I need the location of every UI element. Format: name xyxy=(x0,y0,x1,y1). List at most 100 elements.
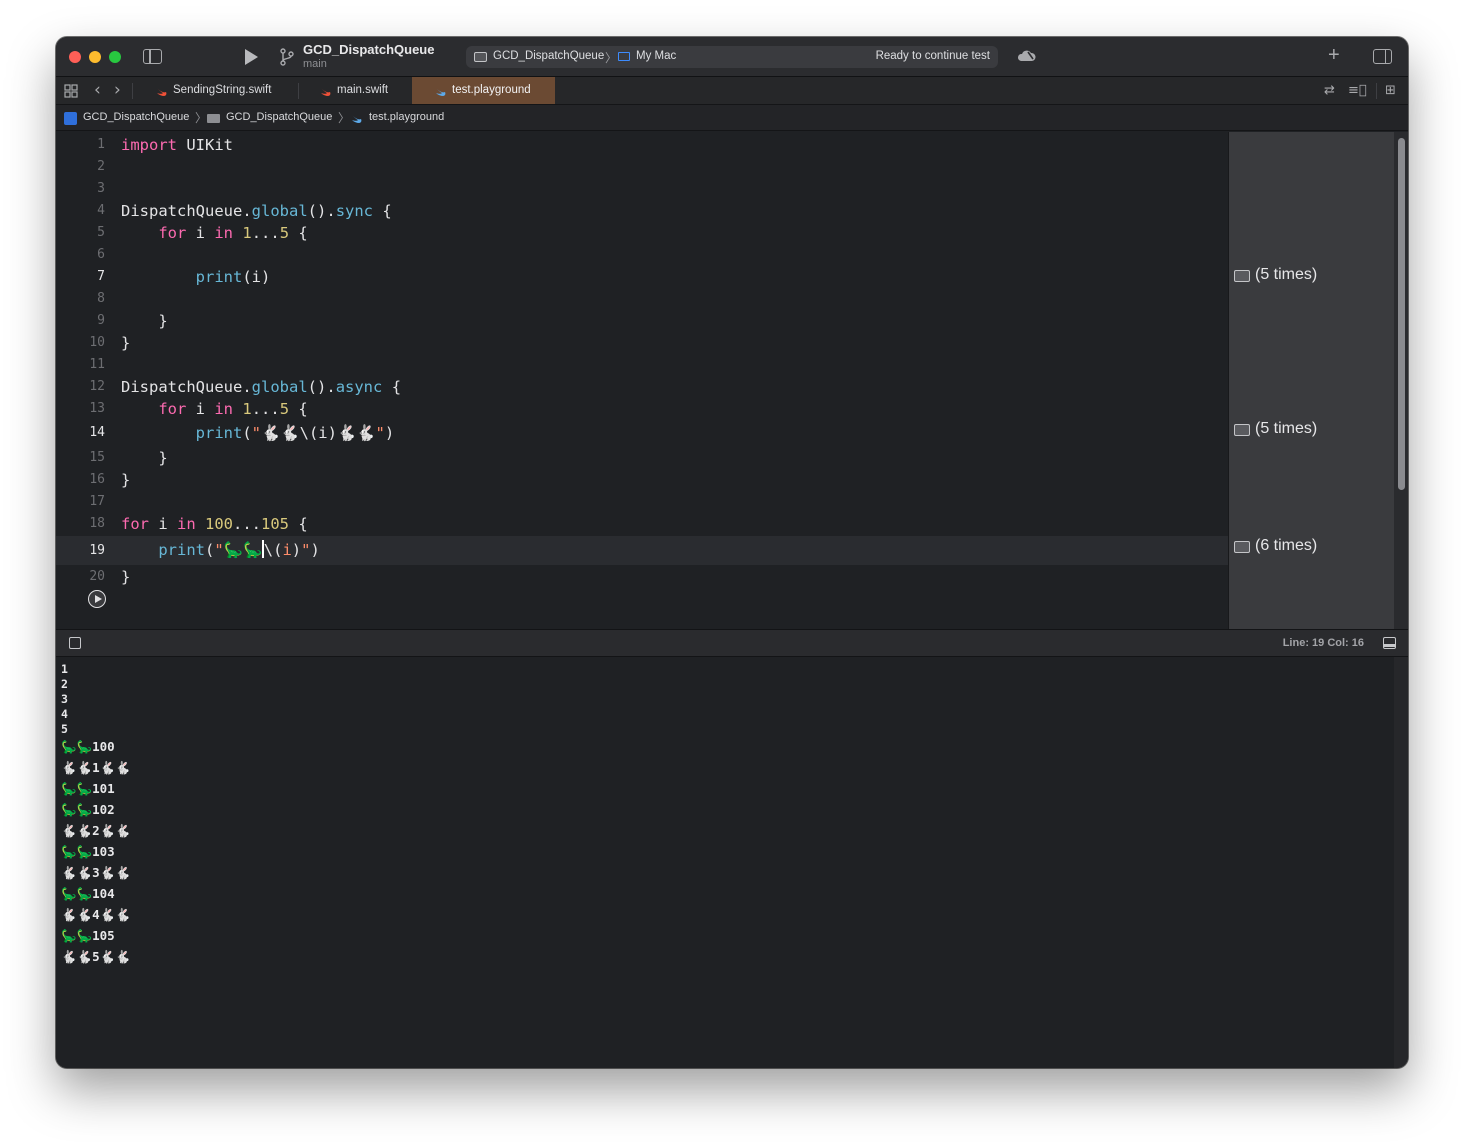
code-text[interactable]: DispatchQueue.global().async { xyxy=(121,376,401,398)
line-number: 10 xyxy=(89,335,105,350)
code-text[interactable]: for i in 100...105 { xyxy=(121,513,308,535)
code-line: 5 for i in 1...5 { xyxy=(56,222,1228,244)
close-window-button[interactable] xyxy=(69,51,81,63)
code-line: 17 xyxy=(56,491,1228,513)
line-number: 7 xyxy=(97,269,105,284)
code-text[interactable]: DispatchQueue.global().sync { xyxy=(121,200,392,222)
code-text[interactable]: print("🐇🐇\(i)🐇🐇") xyxy=(121,422,395,444)
playground-file-icon xyxy=(436,88,446,96)
line-number: 11 xyxy=(89,357,105,372)
project-title[interactable]: GCD_DispatchQueue xyxy=(303,42,434,57)
result-text: (5 times) xyxy=(1255,266,1318,283)
activity-status: Ready to continue test xyxy=(875,50,990,62)
code-text[interactable]: } xyxy=(121,447,167,469)
code-line: 2 xyxy=(56,156,1228,178)
breadcrumb-file[interactable]: test.playground xyxy=(369,111,444,123)
inspector-toggle-icon[interactable] xyxy=(1373,49,1392,64)
line-number: 14 xyxy=(89,425,105,440)
console-line: 🦕🦕105 xyxy=(61,928,115,943)
swap-icon[interactable]: ⇄ xyxy=(1324,83,1335,98)
chevron-right-icon: 〉 xyxy=(338,111,351,125)
run-button[interactable] xyxy=(245,49,258,65)
editor-options-icon[interactable]: ≡⃞ xyxy=(1348,83,1367,98)
console-line: 4 xyxy=(61,707,68,721)
divider xyxy=(132,83,133,99)
chevron-right-icon: 〉 xyxy=(195,111,208,125)
code-text[interactable]: } xyxy=(121,332,130,354)
code-text[interactable]: print("🦕🦕\(i)") xyxy=(121,536,320,565)
add-icon[interactable]: + xyxy=(1328,45,1340,65)
console-line: 🦕🦕104 xyxy=(61,886,115,901)
console-line: 🐇🐇4🐇🐇 xyxy=(61,907,131,922)
line-number: 5 xyxy=(97,225,105,240)
code-line: 7 print(i) xyxy=(56,266,1228,288)
editor-scrollbar[interactable] xyxy=(1394,132,1408,629)
code-text[interactable]: } xyxy=(121,566,130,588)
navigator-toggle-icon[interactable] xyxy=(143,49,162,64)
breadcrumb-project[interactable]: GCD_DispatchQueue xyxy=(83,111,189,123)
swift-file-icon xyxy=(321,88,331,96)
code-line: 13 for i in 1...5 { xyxy=(56,398,1228,420)
console-line: 🐇🐇1🐇🐇 xyxy=(61,760,131,775)
code-text[interactable]: print(i) xyxy=(121,266,271,288)
code-text[interactable]: } xyxy=(121,469,130,491)
quick-look-icon[interactable] xyxy=(1234,270,1250,282)
split-editor-icon[interactable]: ⊞ xyxy=(1385,83,1396,98)
branch-name[interactable]: main xyxy=(303,58,327,70)
line-number: 19 xyxy=(89,543,105,558)
divider xyxy=(298,83,299,99)
line-number: 12 xyxy=(89,379,105,394)
related-items-icon[interactable] xyxy=(64,84,78,98)
scheme-name[interactable]: GCD_DispatchQueue xyxy=(493,50,604,62)
result-text: (5 times) xyxy=(1255,420,1318,437)
code-text[interactable]: for i in 1...5 { xyxy=(121,398,307,420)
line-number: 2 xyxy=(97,159,105,174)
back-icon[interactable]: ‹ xyxy=(94,80,101,100)
toolbar: GCD_DispatchQueue main GCD_DispatchQueue… xyxy=(56,37,1408,77)
breadcrumb-folder[interactable]: GCD_DispatchQueue xyxy=(226,111,332,123)
divider xyxy=(1376,83,1377,99)
quick-look-icon[interactable] xyxy=(1234,424,1250,436)
code-line: 1 import UIKit xyxy=(56,134,1228,156)
current-code-line: 19 print("🦕🦕\(i)") xyxy=(56,536,1228,565)
code-line: 14 print("🐇🐇\(i)🐇🐇") xyxy=(56,422,1228,444)
code-line: 8 xyxy=(56,288,1228,310)
hide-debug-area-icon[interactable] xyxy=(69,637,81,649)
forward-icon[interactable]: › xyxy=(114,80,121,100)
line-number: 4 xyxy=(97,203,105,218)
code-text[interactable]: import UIKit xyxy=(121,134,233,156)
run-destination[interactable]: My Mac xyxy=(636,50,676,62)
xcode-window: GCD_DispatchQueue main GCD_DispatchQueue… xyxy=(56,37,1408,1068)
cursor-position: Line: 19 Col: 16 xyxy=(1282,637,1364,649)
branch-icon[interactable] xyxy=(279,48,295,66)
console-line: 🐇🐇5🐇🐇 xyxy=(61,949,131,964)
code-line: 9 } xyxy=(56,310,1228,332)
code-text[interactable]: } xyxy=(121,310,167,332)
line-number: 8 xyxy=(97,291,105,306)
zoom-window-button[interactable] xyxy=(109,51,121,63)
code-line: 16 } xyxy=(56,469,1228,491)
tab-main-swift[interactable]: main.swift xyxy=(310,77,410,104)
minimize-window-button[interactable] xyxy=(89,51,101,63)
quick-look-icon[interactable] xyxy=(1234,541,1250,553)
console-output[interactable]: 1 2 3 4 5 🦕🦕100 🐇🐇1🐇🐇 🦕🦕101 🦕🦕102 🐇🐇2🐇🐇 🦕🦕103 🐇🐇3🐇🐇… xyxy=(56,657,1394,1068)
code-editor[interactable]: 1 import UIKit 2 3 4 DispatchQueue.globa… xyxy=(56,132,1228,629)
console-line: 🦕🦕101 xyxy=(61,781,115,796)
code-line: 6 xyxy=(56,244,1228,266)
console-scrollbar[interactable] xyxy=(1394,657,1408,1068)
line-number: 15 xyxy=(89,450,105,465)
console-toggle-icon[interactable] xyxy=(1383,637,1396,649)
line-number: 3 xyxy=(97,181,105,196)
line-number: 17 xyxy=(89,494,105,509)
tab-bar: ‹ › SendingString.swift main.swift test.… xyxy=(56,77,1408,105)
run-playground-icon[interactable] xyxy=(88,590,106,608)
scheme-activity-bar[interactable]: GCD_DispatchQueue 〉 My Mac Ready to cont… xyxy=(466,46,998,68)
code-text[interactable]: for i in 1...5 { xyxy=(121,222,307,244)
swift-file-icon xyxy=(157,88,167,96)
tab-sendingstring-swift[interactable]: SendingString.swift xyxy=(146,77,296,104)
tab-test-playground[interactable]: test.playground xyxy=(412,77,555,104)
console-line: 1 xyxy=(61,662,68,676)
console-line: 🦕🦕103 xyxy=(61,844,115,859)
scrollbar-thumb[interactable] xyxy=(1398,138,1405,490)
cloud-icon[interactable] xyxy=(1016,50,1036,62)
